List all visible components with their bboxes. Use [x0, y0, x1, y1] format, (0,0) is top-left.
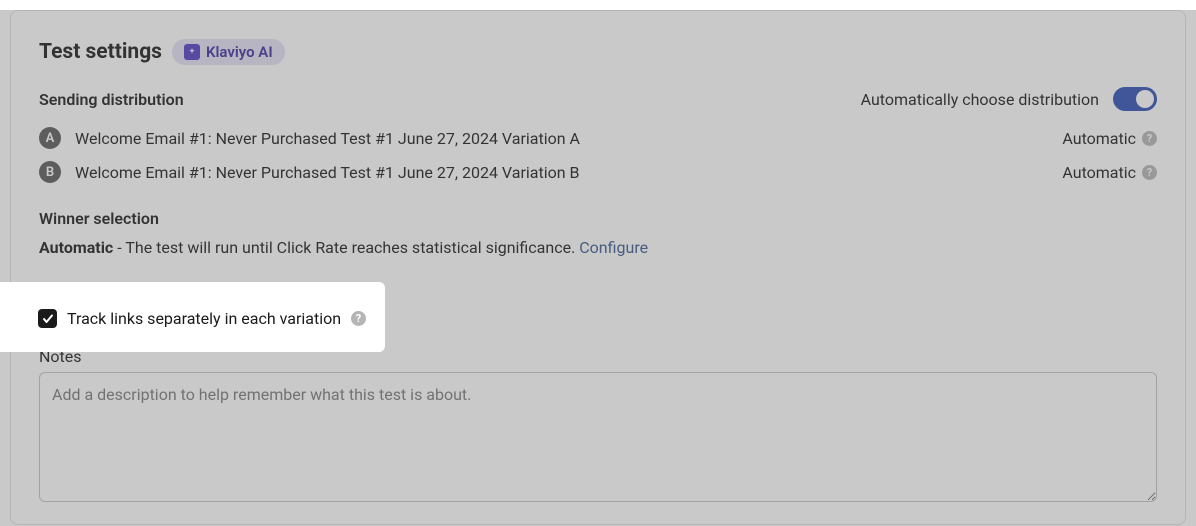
variation-status-text: Automatic: [1062, 129, 1136, 148]
auto-distribution-toggle[interactable]: [1113, 87, 1157, 111]
panel-header: Test settings Klaviyo AI: [39, 39, 1157, 65]
auto-distribution-label: Automatically choose distribution: [861, 90, 1099, 109]
variation-left: B Welcome Email #1: Never Purchased Test…: [39, 161, 579, 183]
klaviyo-ai-badge[interactable]: Klaviyo AI: [172, 39, 285, 65]
variation-name: Welcome Email #1: Never Purchased Test #…: [75, 129, 580, 148]
variation-badge-a: A: [39, 127, 61, 149]
sending-distribution-label: Sending distribution: [39, 90, 184, 109]
track-links-checkbox[interactable]: [38, 309, 57, 328]
track-links-row: Track links separately in each variation…: [38, 309, 385, 328]
help-icon[interactable]: ?: [351, 311, 366, 326]
configure-link[interactable]: Configure: [579, 238, 648, 257]
help-icon[interactable]: ?: [1142, 165, 1157, 180]
winner-selection-section: Winner selection Automatic - The test wi…: [39, 209, 1157, 257]
track-links-highlight: Track links separately in each variation…: [0, 282, 385, 352]
variation-status-text: Automatic: [1062, 163, 1136, 182]
variation-badge-b: B: [39, 161, 61, 183]
test-settings-panel: Test settings Klaviyo AI Sending distrib…: [10, 10, 1186, 525]
winner-mode: Automatic: [39, 238, 113, 257]
toggle-knob: [1136, 90, 1154, 108]
sparkle-icon: [184, 44, 200, 60]
help-icon[interactable]: ?: [1142, 131, 1157, 146]
notes-textarea[interactable]: [39, 372, 1157, 502]
ai-badge-label: Klaviyo AI: [206, 43, 273, 61]
winner-selection-label: Winner selection: [39, 209, 1157, 228]
auto-distribution-control: Automatically choose distribution: [861, 87, 1157, 111]
winner-desc-text: - The test will run until Click Rate rea…: [113, 238, 579, 257]
variation-status: Automatic ?: [1062, 163, 1157, 182]
variation-name: Welcome Email #1: Never Purchased Test #…: [75, 163, 579, 182]
variation-left: A Welcome Email #1: Never Purchased Test…: [39, 127, 580, 149]
page-title: Test settings: [39, 40, 162, 64]
variation-row: A Welcome Email #1: Never Purchased Test…: [39, 127, 1157, 149]
distribution-header-row: Sending distribution Automatically choos…: [39, 87, 1157, 111]
variation-row: B Welcome Email #1: Never Purchased Test…: [39, 161, 1157, 183]
track-links-label: Track links separately in each variation: [67, 309, 341, 328]
winner-selection-description: Automatic - The test will run until Clic…: [39, 238, 1157, 257]
variation-status: Automatic ?: [1062, 129, 1157, 148]
